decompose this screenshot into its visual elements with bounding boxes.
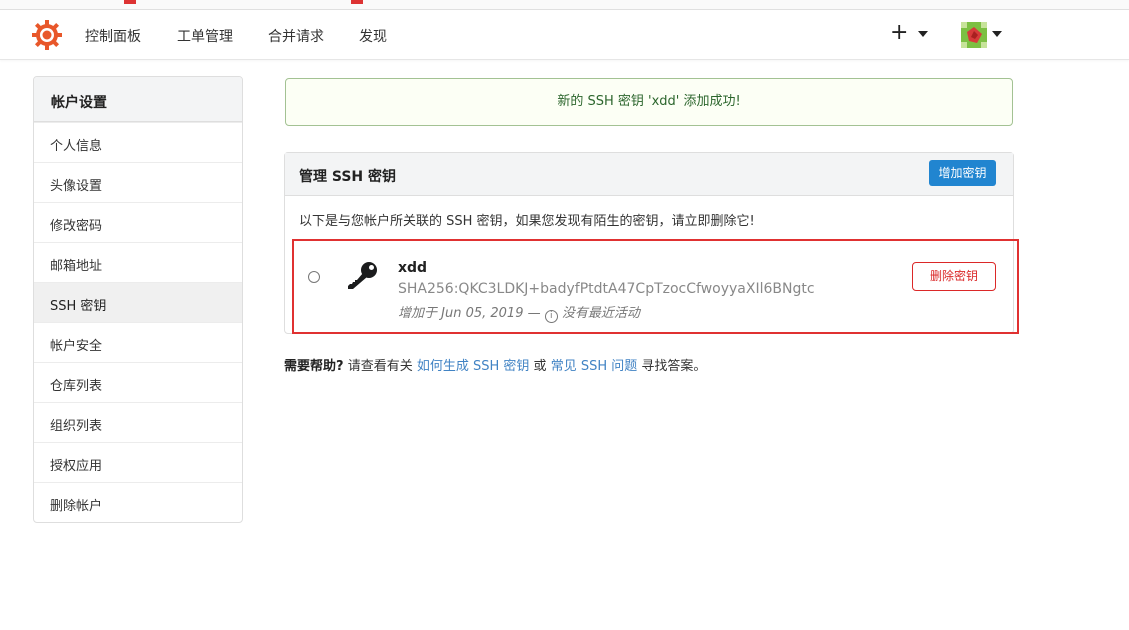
key-icon: [348, 262, 377, 289]
nav-dashboard[interactable]: 控制面板: [85, 26, 141, 46]
sidebar-item-emails[interactable]: 邮箱地址: [34, 242, 242, 282]
nav-pull-requests[interactable]: 合并请求: [268, 26, 324, 46]
sidebar-header: 帐户设置: [34, 77, 242, 122]
sidebar-item-orgs[interactable]: 组织列表: [34, 402, 242, 442]
help-text-1: 请查看有关: [347, 359, 413, 374]
key-name: xdd: [398, 260, 428, 276]
sidebar-item-repos[interactable]: 仓库列表: [34, 362, 242, 402]
add-key-button[interactable]: 增加密钥: [929, 160, 996, 186]
sidebar-item-applications[interactable]: 授权应用: [34, 442, 242, 482]
top-navbar: 控制面板 工单管理 合并请求 发现 +: [0, 10, 1129, 60]
sidebar-item-security[interactable]: 帐户安全: [34, 322, 242, 362]
plus-icon[interactable]: +: [890, 20, 908, 45]
help-text: 需要帮助? 请查看有关 如何生成 SSH 密钥 或 常见 SSH 问题 寻找答案…: [284, 355, 706, 374]
help-prefix: 需要帮助?: [284, 359, 344, 374]
key-fingerprint: SHA256:QKC3LDKJ+badyfPtdtA47CpTzocCfwoyy…: [398, 281, 815, 297]
sidebar-item-profile[interactable]: 个人信息: [34, 122, 242, 162]
key-meta: 增加于 Jun 05, 2019 — i 没有最近活动: [398, 302, 640, 323]
chevron-down-icon[interactable]: [918, 31, 928, 37]
browser-tab-fragment: [351, 0, 363, 4]
sidebar-item-avatar[interactable]: 头像设置: [34, 162, 242, 202]
key-last-activity: 没有最近活动: [561, 306, 640, 321]
sidebar-item-ssh-keys[interactable]: SSH 密钥: [34, 282, 242, 322]
sidebar-item-delete-account[interactable]: 删除帐户: [34, 482, 242, 522]
sidebar-item-password[interactable]: 修改密码: [34, 202, 242, 242]
key-added-date: 增加于 Jun 05, 2019 —: [398, 306, 541, 321]
browser-tab-fragment: [124, 0, 136, 4]
avatar[interactable]: [961, 22, 987, 48]
key-status-radio-icon: [308, 271, 320, 283]
panel-title: 管理 SSH 密钥: [299, 169, 397, 185]
panel-header: 管理 SSH 密钥 增加密钥: [285, 153, 1013, 196]
chevron-down-icon[interactable]: [992, 31, 1002, 37]
ssh-keys-notice: 以下是与您帐户所关联的 SSH 密钥，如果您发现有陌生的密钥，请立即删除它!: [299, 214, 755, 229]
gitea-logo-icon[interactable]: [31, 19, 63, 51]
help-text-2: 或: [533, 359, 547, 374]
nav-issues[interactable]: 工单管理: [177, 26, 233, 46]
browser-top-strip: [0, 0, 1129, 10]
help-text-3: 寻找答案。: [641, 359, 707, 374]
help-link-generate-ssh-key[interactable]: 如何生成 SSH 密钥: [417, 359, 530, 374]
info-icon: i: [544, 310, 558, 323]
settings-sidebar: 帐户设置 个人信息 头像设置 修改密码 邮箱地址 SSH 密钥 帐户安全 仓库列…: [33, 76, 243, 523]
help-link-common-ssh-problems[interactable]: 常见 SSH 问题: [551, 359, 638, 374]
success-flash-message: 新的 SSH 密钥 'xdd' 添加成功!: [285, 78, 1013, 126]
delete-key-button[interactable]: 删除密钥: [912, 262, 996, 291]
nav-explore[interactable]: 发现: [359, 26, 387, 46]
